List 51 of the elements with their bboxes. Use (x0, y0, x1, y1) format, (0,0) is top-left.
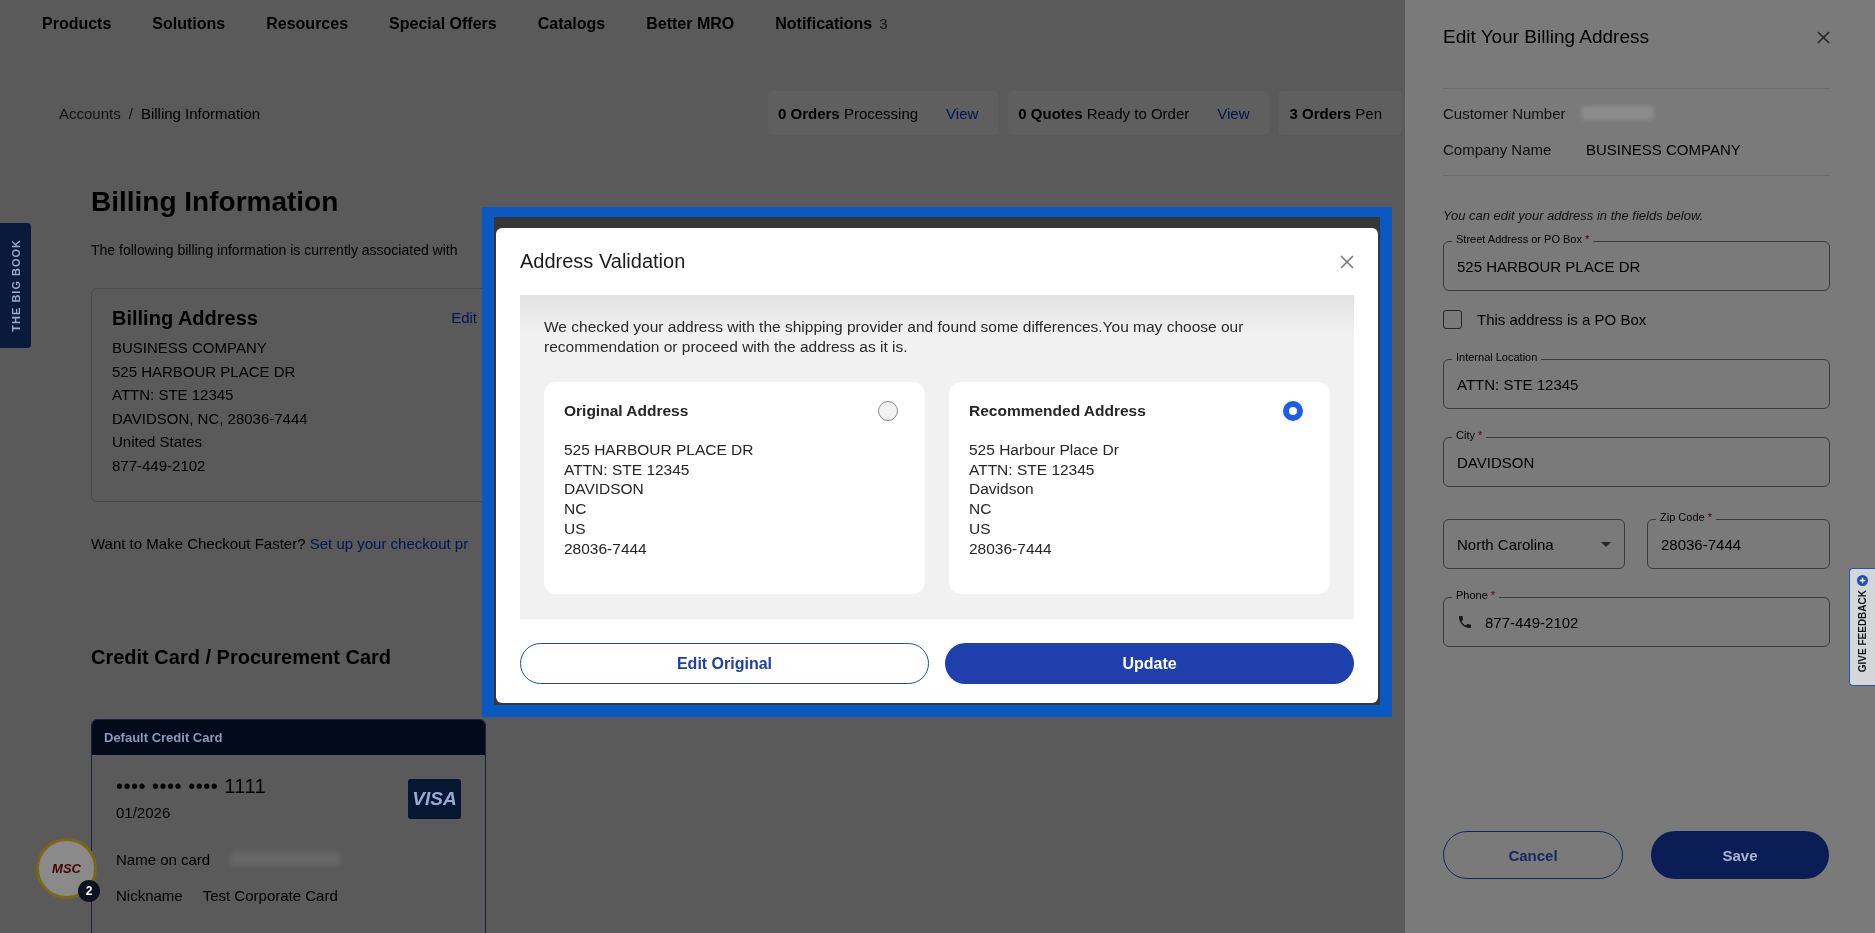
card-brand-logo: VISA (408, 779, 461, 819)
page-title: Billing Information (91, 186, 339, 218)
field-label: Internal Location (1452, 351, 1542, 363)
address-line: 525 Harbour Place Dr (969, 440, 1120, 460)
order-count: 0 Orders Processing (778, 104, 919, 122)
checkbox-label: This address is a PO Box (1477, 310, 1647, 328)
card-number: •••• •••• •••• 1111 (116, 775, 267, 798)
info-label: Company Name (1443, 140, 1553, 158)
address-line: 877-449-2102 (112, 455, 206, 476)
order-count: 0 Quotes Ready to Order (1018, 104, 1190, 122)
card-title: Billing Address (112, 307, 258, 330)
chat-badge: 2 (78, 880, 100, 902)
option-title: Original Address (564, 402, 689, 420)
dialog-message: We checked your address with the shipping provider and found some differences.You may choose our recommendation or proceed with the address as it is. (544, 317, 1245, 357)
address-line: Davidson (969, 479, 1035, 500)
section-title: Credit Card / Procurement Card (91, 646, 392, 669)
address-line: US (969, 518, 992, 539)
field-label: Nickname (116, 886, 183, 904)
card-expiry: 01/2026 (116, 804, 172, 821)
drawer-title: Edit Your Billing Address (1443, 26, 1649, 48)
checkout-prompt: Want to Make Checkout Faster? Set up your checkout pr (91, 535, 469, 552)
field-label: Name on card (116, 850, 211, 868)
address-line: US (564, 518, 587, 539)
field-label: City * (1452, 429, 1487, 441)
address-line: NC (969, 499, 993, 519)
address-line: BUSINESS COMPANY (112, 338, 267, 358)
address-line: DAVIDSON, NC, 28036-7444 (112, 408, 308, 429)
card-header: Default Credit Card (92, 720, 485, 755)
address-line: ATTN: STE 12345 (112, 385, 234, 405)
address-line: NC (564, 499, 588, 519)
hint-text: You can edit your address in the fields below. (1443, 208, 1705, 223)
notification-count: 3 (879, 15, 888, 32)
dialog-title: Address Validation (520, 250, 686, 273)
option-title: Recommended Address (969, 402, 1146, 420)
address-line: DAVIDSON (564, 479, 645, 500)
field-label: Street Address or PO Box * (1452, 233, 1594, 245)
address-line: ATTN: STE 12345 (564, 459, 691, 480)
order-count: 3 Orders Pen (1289, 104, 1383, 122)
info-value: BUSINESS COMPANY (1586, 140, 1741, 158)
address-line: United States (112, 432, 203, 452)
breadcrumb-separator: / (128, 104, 133, 122)
field-label: Zip Code * (1656, 511, 1716, 523)
field-value: Test Corporate Card (202, 886, 338, 904)
field-label: Phone * (1452, 589, 1500, 601)
address-line: 28036-7444 (969, 538, 1053, 559)
description-text: The following billing information is currently associated with (91, 242, 458, 258)
address-line: 525 HARBOUR PLACE DR (112, 361, 296, 382)
address-line: 525 HARBOUR PLACE DR (564, 440, 755, 460)
info-label: Customer Number (1443, 104, 1567, 122)
address-line: ATTN: STE 12345 (969, 459, 1096, 480)
address-line: 28036-7444 (564, 538, 648, 559)
